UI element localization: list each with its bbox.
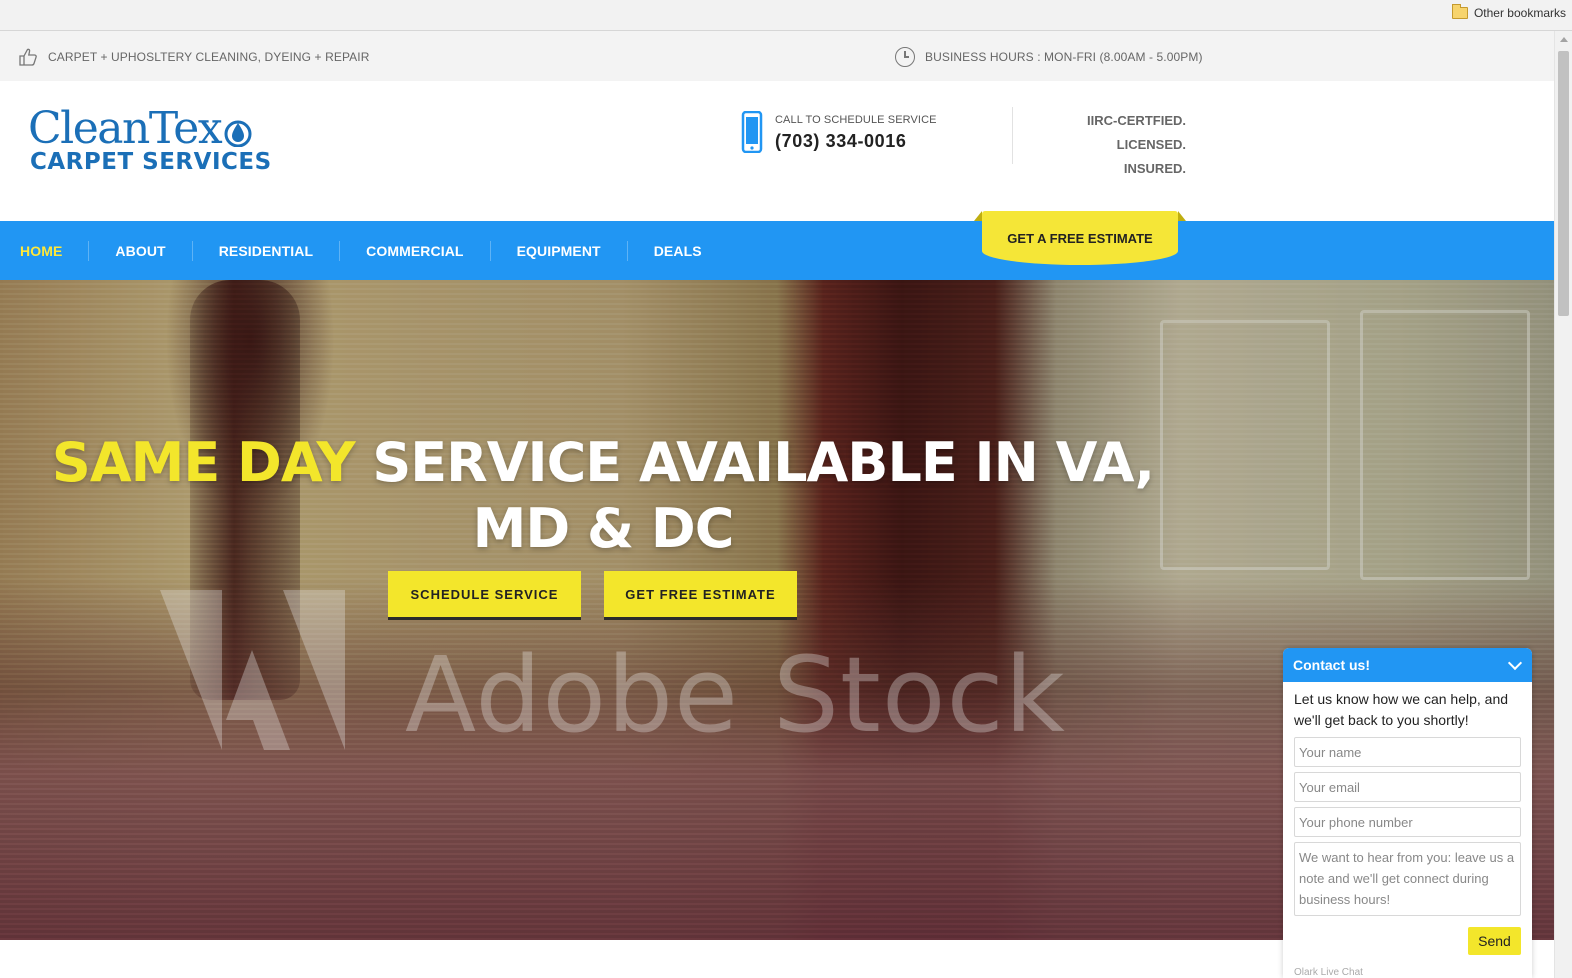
services-text: CARPET + UPHOSLTERY CLEANING, DYEING + R… bbox=[48, 50, 370, 64]
chat-widget: Contact us! Let us know how we can help,… bbox=[1283, 648, 1532, 978]
services-info: CARPET + UPHOSLTERY CLEANING, DYEING + R… bbox=[18, 47, 369, 67]
headline-highlight: SAME DAY bbox=[51, 431, 356, 494]
hours-text: BUSINESS HOURS : MON-FRI (8.00AM - 5.00P… bbox=[925, 50, 1203, 64]
thumbs-up-icon bbox=[19, 48, 37, 66]
folder-icon bbox=[1451, 4, 1468, 19]
hero-buttons: SCHEDULE SERVICE GET FREE ESTIMATE bbox=[388, 571, 797, 620]
certification-text: IIRC-CERTFIED. LICENSED. INSURED. bbox=[1020, 109, 1186, 181]
other-bookmarks[interactable]: Other bookmarks bbox=[1451, 4, 1566, 20]
call-block[interactable]: CALL TO SCHEDULE SERVICE (703) 334-0016 bbox=[741, 109, 937, 153]
headline-rest: SERVICE AVAILABLE IN VA, MD & DC bbox=[354, 431, 1155, 560]
hero-headline: SAME DAY SERVICE AVAILABLE IN VA, MD & D… bbox=[0, 430, 1206, 562]
nav-item-deals[interactable]: DEALS bbox=[628, 241, 728, 261]
chat-send-row: Send bbox=[1294, 927, 1521, 955]
other-bookmarks-label: Other bookmarks bbox=[1473, 6, 1566, 20]
chat-phone-input[interactable] bbox=[1294, 807, 1521, 837]
chat-send-button[interactable]: Send bbox=[1468, 927, 1521, 955]
chat-body: Let us know how we can help, and we'll g… bbox=[1283, 682, 1532, 978]
chat-message-input[interactable] bbox=[1294, 842, 1521, 916]
bookmarks-bar: Other bookmarks bbox=[0, 0, 1572, 31]
nav-item-home[interactable]: HOME bbox=[0, 240, 90, 261]
phone-number[interactable]: (703) 334-0016 bbox=[775, 131, 937, 152]
logo-wordmark: CleanTex bbox=[28, 105, 288, 153]
call-label: CALL TO SCHEDULE SERVICE bbox=[775, 114, 937, 126]
info-strip: CARPET + UPHOSLTERY CLEANING, DYEING + R… bbox=[0, 31, 1554, 81]
chat-footer[interactable]: Olark Live Chat bbox=[1294, 967, 1521, 978]
page-scrollbar[interactable] bbox=[1554, 31, 1572, 978]
free-estimate-button[interactable]: GET A FREE ESTIMATE bbox=[974, 211, 1186, 265]
nav-item-equipment[interactable]: EQUIPMENT bbox=[491, 240, 628, 261]
nav-item-residential[interactable]: RESIDENTIAL bbox=[193, 240, 341, 261]
chat-header[interactable]: Contact us! bbox=[1283, 648, 1532, 682]
chat-email-input[interactable] bbox=[1294, 772, 1521, 802]
watermark-text: Adobe Stock bbox=[405, 634, 1066, 756]
site-logo[interactable]: CleanTex CARPET SERVICES bbox=[28, 105, 288, 185]
main-nav: HOME ABOUT RESIDENTIAL COMMERCIAL EQUIPM… bbox=[0, 211, 1554, 280]
clock-icon bbox=[895, 47, 915, 67]
get-free-estimate-button[interactable]: GET FREE ESTIMATE bbox=[604, 571, 797, 620]
cert-line-2: INSURED. bbox=[1123, 161, 1186, 176]
chat-title: Contact us! bbox=[1293, 657, 1370, 673]
nav-item-about[interactable]: ABOUT bbox=[89, 240, 193, 261]
phone-icon bbox=[741, 111, 763, 153]
scroll-thumb[interactable] bbox=[1558, 51, 1569, 316]
chat-intro: Let us know how we can help, and we'll g… bbox=[1294, 691, 1509, 728]
hours-info: BUSINESS HOURS : MON-FRI (8.00AM - 5.00P… bbox=[895, 47, 1203, 67]
logo-subtitle: CARPET SERVICES bbox=[30, 149, 272, 175]
header-divider bbox=[1012, 107, 1013, 164]
chat-name-input[interactable] bbox=[1294, 737, 1521, 767]
schedule-service-button[interactable]: SCHEDULE SERVICE bbox=[388, 571, 581, 620]
adobe-logo-icon bbox=[160, 590, 345, 750]
water-drop-icon bbox=[224, 120, 252, 147]
chevron-down-icon[interactable] bbox=[1507, 655, 1523, 670]
nav-item-commercial[interactable]: COMMERCIAL bbox=[340, 240, 491, 261]
cert-line-1: IIRC-CERTFIED. LICENSED. bbox=[1087, 113, 1186, 152]
scroll-up-arrow-icon[interactable] bbox=[1560, 37, 1568, 42]
nav-items: HOME ABOUT RESIDENTIAL COMMERCIAL EQUIPM… bbox=[0, 221, 728, 280]
logo-top-text: CleanTex bbox=[28, 103, 223, 154]
site-header: CleanTex CARPET SERVICES CALL TO SCHEDUL… bbox=[0, 81, 1554, 221]
